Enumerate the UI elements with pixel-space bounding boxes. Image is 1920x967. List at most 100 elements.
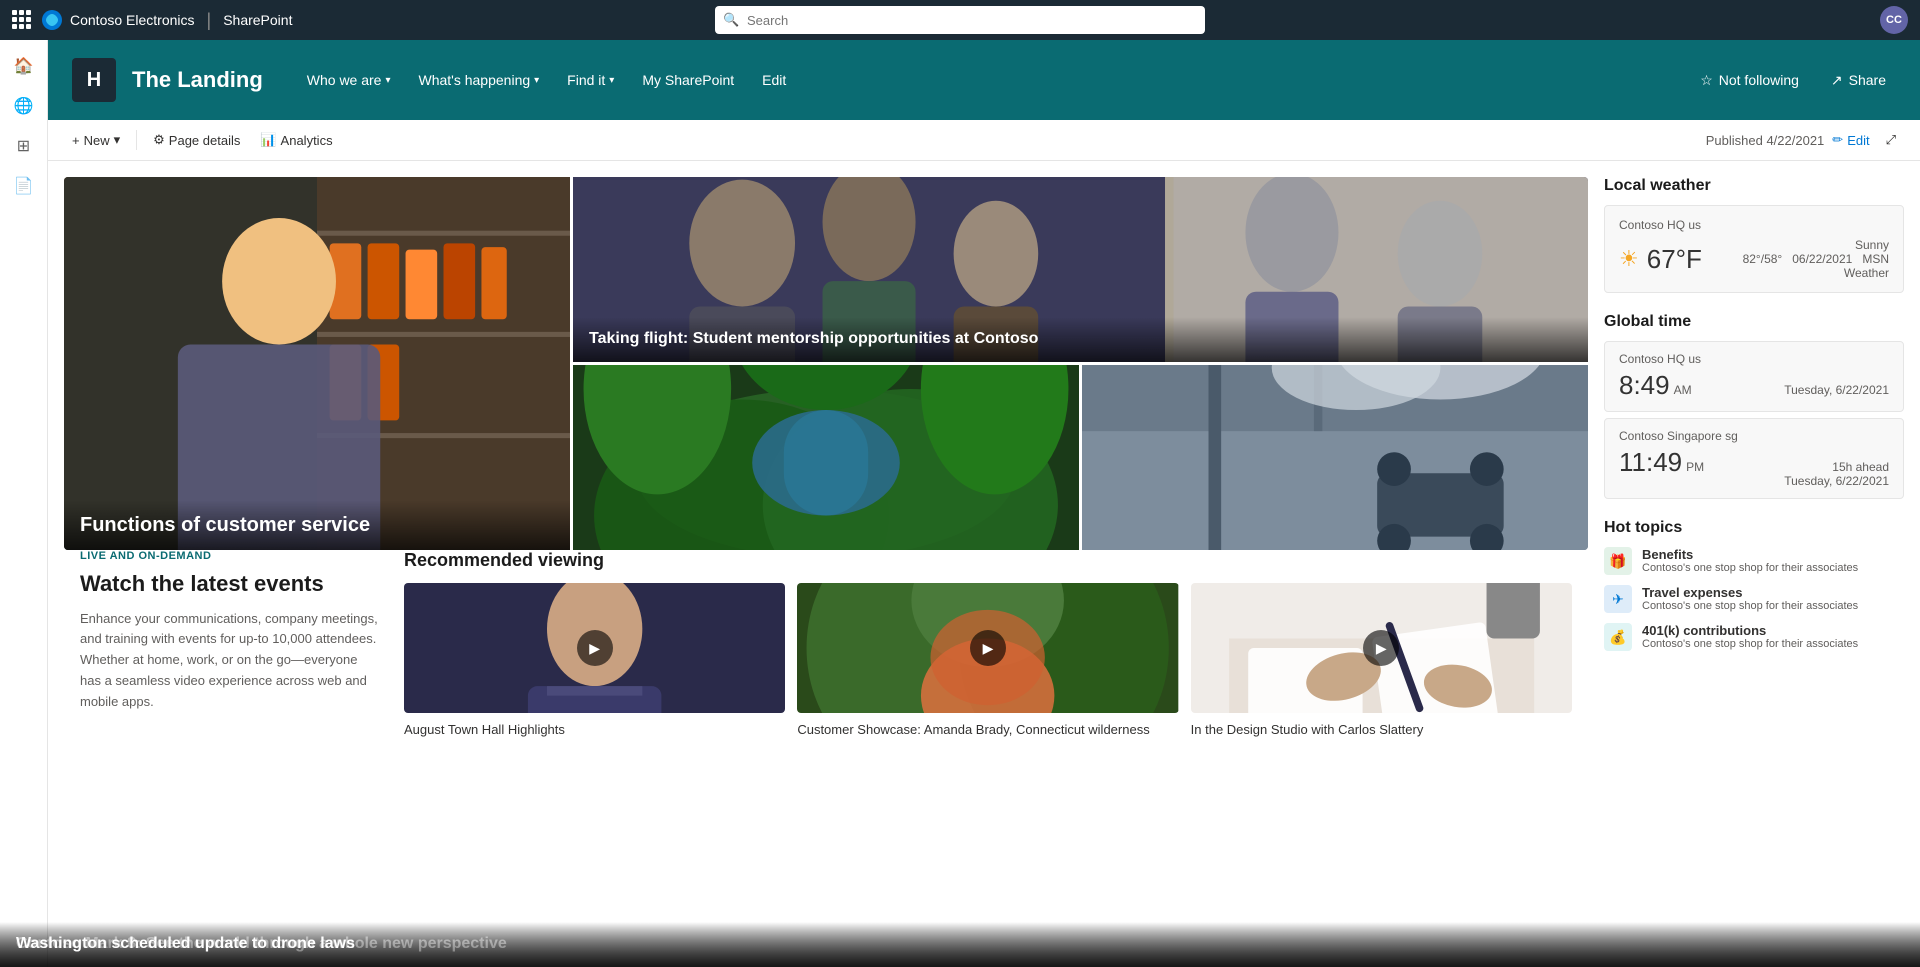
- hero-bottom-right-item[interactable]: Washington scheduled update to drone law…: [1082, 365, 1588, 550]
- video-title-1: August Town Hall Highlights: [404, 721, 785, 739]
- hot-topic-benefits[interactable]: 🎁 Benefits Contoso's one stop shop for t…: [1604, 547, 1904, 575]
- sidebar-item-home[interactable]: 🏠: [6, 48, 42, 84]
- video-card-1[interactable]: ▶ August Town Hall Highlights: [404, 583, 785, 739]
- weather-range: 82°/58° 06/22/2021 MSN Weather: [1710, 252, 1889, 280]
- brand-name: Contoso Electronics: [70, 12, 195, 28]
- travel-name: Travel expenses: [1642, 585, 1858, 600]
- header-actions: ☆ Not following ↗ Share: [1690, 66, 1896, 95]
- video-thumb-1: ▶: [404, 583, 785, 713]
- search-area: 🔍: [715, 6, 1205, 34]
- lower-content: LIVE AND ON-DEMAND Watch the latest even…: [64, 550, 1588, 755]
- travel-icon: ✈: [1604, 585, 1632, 613]
- brand-logo[interactable]: Contoso Electronics: [40, 8, 195, 32]
- sidebar-item-pages[interactable]: 📄: [6, 168, 42, 204]
- benefits-name: Benefits: [1642, 547, 1858, 562]
- global-time-widget: Global time Contoso HQ us 8:49 AM Tuesda…: [1604, 313, 1904, 499]
- hero-main-title: Functions of customer service: [80, 512, 554, 538]
- page-details-button[interactable]: ⚙ Page details: [145, 128, 248, 152]
- chart-icon: 📊: [260, 132, 276, 148]
- 401k-sub: Contoso's one stop shop for their associ…: [1642, 638, 1858, 650]
- toolbar-right: Published 4/22/2021 ✏ Edit ⤢: [1706, 128, 1904, 152]
- chevron-down-icon: ▾: [114, 132, 121, 148]
- hero-top-right-overlay: Taking flight: Student mentorship opport…: [573, 317, 1588, 362]
- toolbar: + New ▾ ⚙ Page details 📊 Analytics Publi…: [48, 120, 1920, 161]
- video-title-2: Customer Showcase: Amanda Brady, Connect…: [797, 721, 1178, 739]
- live-label: LIVE AND ON-DEMAND: [80, 550, 380, 562]
- time-ampm-hq: AM: [1674, 383, 1692, 397]
- app-grid-icon[interactable]: [12, 10, 32, 30]
- live-section: LIVE AND ON-DEMAND Watch the latest even…: [80, 550, 380, 739]
- right-panel: Local weather Contoso HQ us ☀ 67°F Sunny: [1604, 177, 1904, 755]
- video-grid: ▶ August Town Hall Highlights: [404, 583, 1572, 739]
- chevron-down-icon: ▾: [385, 75, 390, 86]
- site-title: The Landing: [132, 67, 263, 93]
- star-icon: ☆: [1700, 72, 1713, 89]
- site-navigation: Who we are ▾ What's happening ▾ Find it …: [295, 64, 799, 96]
- hot-topics-widget: Hot topics 🎁 Benefits Contoso's one stop…: [1604, 519, 1904, 651]
- hero-top-right-item[interactable]: Taking flight: Student mentorship opport…: [573, 177, 1588, 362]
- edit-button[interactable]: ✏ Edit: [1832, 132, 1869, 148]
- weather-main: ☀ 67°F Sunny 82°/58° 06/22/2021 MSN Weat…: [1619, 238, 1889, 280]
- share-button[interactable]: ↗ Share: [1821, 66, 1896, 95]
- nav-whats-happening[interactable]: What's happening ▾: [407, 64, 552, 96]
- sharepoint-label: SharePoint: [223, 12, 292, 28]
- video-title-3: In the Design Studio with Carlos Slatter…: [1191, 721, 1572, 739]
- degree-unit: °F: [1676, 244, 1702, 274]
- nav-edit[interactable]: Edit: [750, 64, 798, 96]
- time-big-sg: 11:49: [1619, 447, 1682, 478]
- brand-divider: |: [207, 10, 212, 31]
- weather-title: Local weather: [1604, 177, 1904, 195]
- content-area: Functions of customer service: [48, 161, 1920, 771]
- share-icon: ↗: [1831, 72, 1843, 89]
- sidebar-item-lists[interactable]: ⊞: [6, 128, 42, 164]
- time-location-hq: Contoso HQ us: [1619, 352, 1889, 366]
- live-description: Enhance your communications, company mee…: [80, 609, 380, 713]
- time-big-hq: 8:49: [1619, 370, 1670, 401]
- weather-condition: Sunny: [1710, 238, 1889, 252]
- sidebar-item-sites[interactable]: 🌐: [6, 88, 42, 124]
- benefits-icon: 🎁: [1604, 547, 1632, 575]
- expand-button[interactable]: ⤢: [1878, 128, 1904, 152]
- toolbar-divider: [136, 130, 137, 150]
- hero-top-right-title: Taking flight: Student mentorship opport…: [589, 329, 1572, 350]
- time-date-hq: Tuesday, 6/22/2021: [1784, 383, 1889, 397]
- video-thumb-3: ▶: [1191, 583, 1572, 713]
- benefits-sub: Contoso's one stop shop for their associ…: [1642, 562, 1858, 574]
- time-card-hq: Contoso HQ us 8:49 AM Tuesday, 6/22/2021: [1604, 341, 1904, 412]
- weather-temperature: 67°F: [1647, 244, 1702, 275]
- global-time-title: Global time: [1604, 313, 1904, 331]
- search-icon: 🔍: [723, 12, 739, 28]
- nav-find-it[interactable]: Find it ▾: [555, 64, 626, 96]
- nav-who-we-are[interactable]: Who we are ▾: [295, 64, 403, 96]
- user-area: CC: [1880, 6, 1908, 34]
- hero-grid-inner: Functions of customer service: [64, 177, 1588, 550]
- not-following-button[interactable]: ☆ Not following: [1690, 66, 1809, 95]
- live-title: Watch the latest events: [80, 570, 380, 599]
- analytics-button[interactable]: 📊 Analytics: [252, 128, 340, 152]
- video-card-2[interactable]: ▶ Customer Showcase: Amanda Brady, Conne…: [797, 583, 1178, 739]
- search-input[interactable]: [715, 6, 1205, 34]
- sidebar: 🏠 🌐 ⊞ 📄: [0, 40, 48, 967]
- hero-main-item[interactable]: Functions of customer service: [64, 177, 570, 550]
- top-navigation: Contoso Electronics | SharePoint 🔍 CC: [0, 0, 1920, 40]
- user-avatar[interactable]: CC: [1880, 6, 1908, 34]
- recommended-title: Recommended viewing: [404, 550, 1572, 571]
- app-layout: 🏠 🌐 ⊞ 📄 H The Landing Who we are ▾ What'…: [0, 40, 1920, 967]
- weather-widget: Local weather Contoso HQ us ☀ 67°F Sunny: [1604, 177, 1904, 293]
- video-card-3[interactable]: ▶ In the Design Studio with Carlos Slatt…: [1191, 583, 1572, 739]
- time-display-sg: 11:49 PM 15h ahead Tuesday, 6/22/2021: [1619, 447, 1889, 488]
- time-card-sg: Contoso Singapore sg 11:49 PM 15h ahead …: [1604, 418, 1904, 499]
- main-section: Functions of customer service: [64, 177, 1588, 755]
- hero-bottom-center-item[interactable]: Contoso Mark 8: See the world through a …: [573, 365, 1079, 550]
- nav-my-sharepoint[interactable]: My SharePoint: [630, 64, 746, 96]
- new-button[interactable]: + New ▾: [64, 128, 128, 152]
- site-logo: H: [72, 58, 116, 102]
- play-icon: ▶: [970, 630, 1006, 666]
- hot-topic-401k[interactable]: 💰 401(k) contributions Contoso's one sto…: [1604, 623, 1904, 651]
- time-display-hq: 8:49 AM Tuesday, 6/22/2021: [1619, 370, 1889, 401]
- hot-topic-travel-text: Travel expenses Contoso's one stop shop …: [1642, 585, 1858, 612]
- plus-icon: +: [72, 133, 80, 148]
- hot-topic-benefits-text: Benefits Contoso's one stop shop for the…: [1642, 547, 1858, 574]
- hot-topic-travel[interactable]: ✈ Travel expenses Contoso's one stop sho…: [1604, 585, 1904, 613]
- hot-topics-list: 🎁 Benefits Contoso's one stop shop for t…: [1604, 547, 1904, 651]
